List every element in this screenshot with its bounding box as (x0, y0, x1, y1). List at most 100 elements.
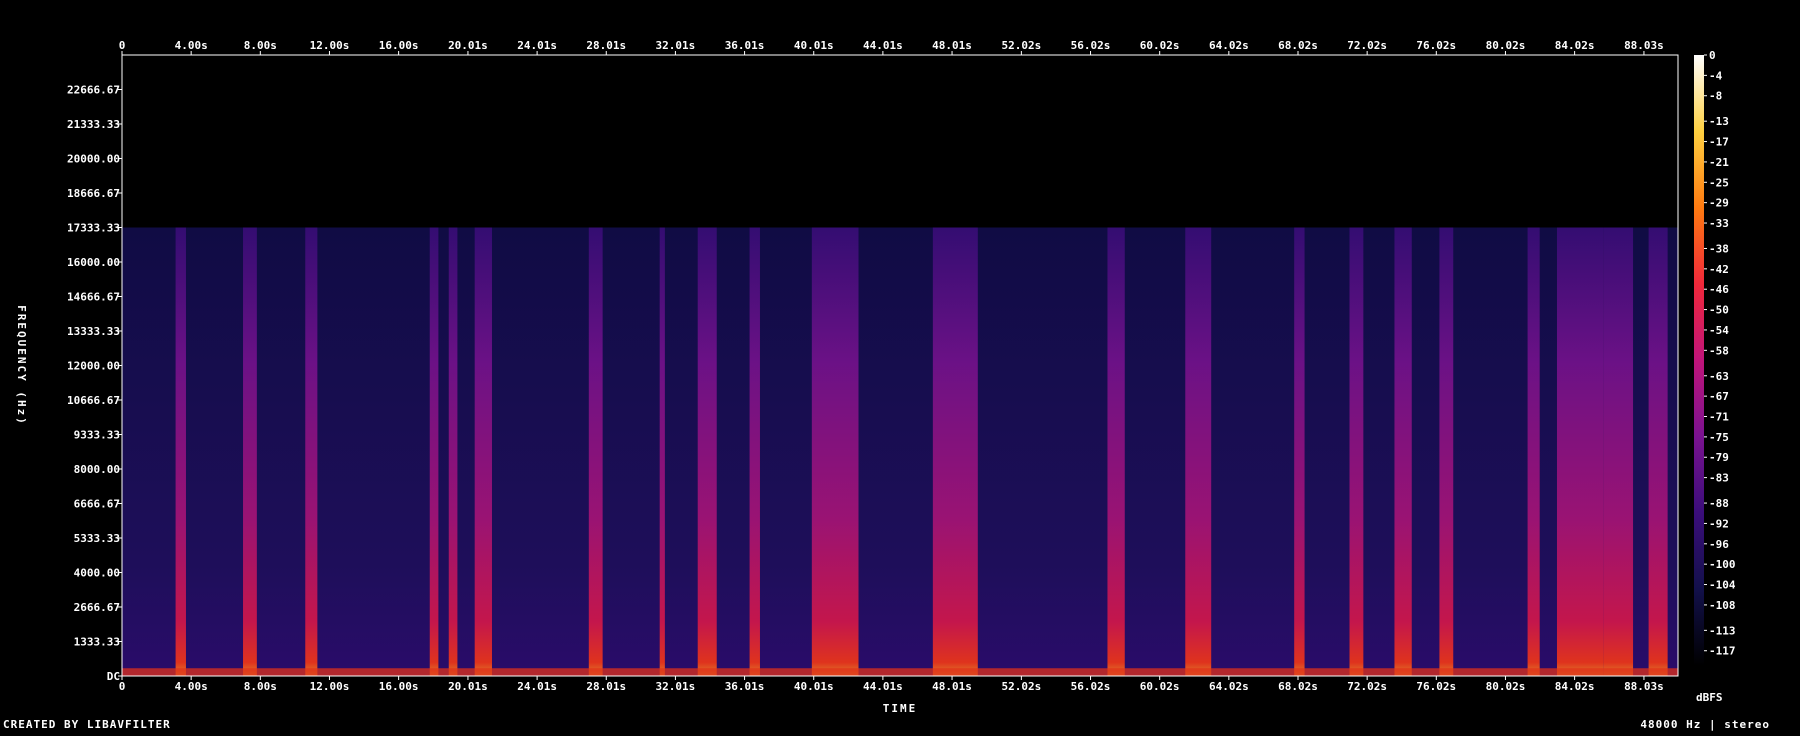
loud-segment (697, 227, 717, 676)
credit-text: CREATED BY LIBAVFILTER (3, 718, 171, 731)
loud-segment (1603, 227, 1634, 676)
x-tick-label-top: 32.01s (656, 39, 696, 52)
loud-segment (659, 227, 665, 676)
loud-segment (429, 227, 439, 676)
audio-info-text: 48000 Hz | stereo (1640, 718, 1770, 731)
colorbar-tick-label: -21 (1709, 156, 1729, 169)
spectrogram-svg: 0 0 4.00s 4.00s 8.00s 8.00s 12.00s 12.00s 16.00s… (15, 39, 1736, 715)
y-tick-label: 20000.00 (67, 153, 120, 166)
x-tick-label-top: 76.02s (1416, 39, 1456, 52)
x-tick-label-bottom: 4.00s (175, 680, 208, 693)
x-tick-label-top: 40.01s (794, 39, 834, 52)
x-tick-label-bottom: 8.00s (244, 680, 277, 693)
low-frequency-band (122, 668, 1678, 676)
y-tick-label: 17333.33 (67, 222, 120, 235)
x-tick-label-top: 72.02s (1347, 39, 1387, 52)
colorbar-tick-label: -113 (1709, 624, 1736, 637)
loud-segment (305, 227, 318, 676)
x-tick-label-bottom: 84.02s (1555, 680, 1595, 693)
y-tick-label: 2666.67 (74, 601, 120, 614)
x-tick-label-top: 20.01s (448, 39, 488, 52)
colorbar-tick-label: -25 (1709, 176, 1729, 189)
colorbar-tick-label: -79 (1709, 451, 1729, 464)
x-tick-label-bottom: 12.00s (310, 680, 350, 693)
x-tick-label-bottom: 40.01s (794, 680, 834, 693)
loud-segment (588, 227, 603, 676)
x-tick-label-bottom: 88.03s (1624, 680, 1664, 693)
x-tick-label-bottom: 64.02s (1209, 680, 1249, 693)
colorbar-tick-label: -4 (1709, 69, 1723, 82)
colorbar-tick-label: 0 (1709, 49, 1716, 62)
colorbar: 0 -4 -8 -13 -17 -21 -25 -29 -33 -38 -42 -46 -50 -54 -5… (1694, 49, 1736, 666)
colorbar-tick-label: -104 (1709, 579, 1736, 592)
loud-segment (1527, 227, 1540, 676)
colorbar-tick-label: -88 (1709, 497, 1729, 510)
colorbar-tick-label: -100 (1709, 558, 1736, 571)
x-tick-label-bottom: 76.02s (1416, 680, 1456, 693)
y-tick-label: 16000.00 (67, 256, 120, 269)
loud-segment (1648, 227, 1668, 676)
x-tick-label-top: 84.02s (1555, 39, 1595, 52)
loud-segment (1349, 227, 1364, 676)
x-tick-label-top: 52.02s (1001, 39, 1041, 52)
loud-segment (1439, 227, 1454, 676)
x-tick-label-top: 12.00s (310, 39, 350, 52)
x-tick-label-bottom: 52.02s (1001, 680, 1041, 693)
y-tick-label: 18666.67 (67, 187, 120, 200)
y-tick-label: 8000.00 (74, 463, 120, 476)
y-tick-label: 1333.33 (74, 636, 120, 649)
spectrogram-chart: 0 0 4.00s 4.00s 8.00s 8.00s 12.00s 12.00s 16.00s… (0, 0, 1800, 732)
x-tick-label-top: 0 (119, 39, 126, 52)
colorbar-tick-label: -54 (1709, 324, 1729, 337)
loud-segment (1556, 227, 1604, 676)
x-tick-label-bottom: 56.02s (1071, 680, 1111, 693)
colorbar-tick-label: -8 (1709, 90, 1722, 103)
colorbar-tick-label: -17 (1709, 136, 1729, 149)
spectrogram-plot (122, 55, 1678, 676)
y-tick-label: 6666.67 (74, 497, 120, 510)
y-tick-label: 9333.33 (74, 429, 120, 442)
x-tick-label-top: 24.01s (517, 39, 557, 52)
x-tick-label-bottom: 20.01s (448, 680, 488, 693)
loud-segment (175, 227, 186, 676)
y-tick-label: 12000.00 (67, 360, 120, 373)
loud-segment (1294, 227, 1305, 676)
colorbar-tick-label: -46 (1709, 283, 1729, 296)
x-tick-label-top: 64.02s (1209, 39, 1249, 52)
colorbar-tick-label: -38 (1709, 242, 1729, 255)
colorbar-tick-label: -83 (1709, 472, 1729, 485)
x-axis-label: TIME (883, 702, 918, 715)
colorbar-tick-label: -63 (1709, 370, 1729, 383)
y-tick-label: 22666.67 (67, 83, 120, 96)
colorbar-tick-label: -96 (1709, 538, 1729, 551)
loud-segment (474, 227, 492, 676)
colorbar-tick-label: -58 (1709, 344, 1729, 357)
loud-segment (1394, 227, 1412, 676)
y-tick-label: 4000.00 (74, 567, 120, 580)
colorbar-tick-label: -75 (1709, 431, 1729, 444)
x-tick-label-top: 80.02s (1486, 39, 1526, 52)
x-tick-label-bottom: 28.01s (586, 680, 626, 693)
y-tick-label: DC (107, 670, 120, 683)
loud-segment (932, 227, 978, 676)
x-tick-label-bottom: 60.02s (1140, 680, 1180, 693)
loud-segment (448, 227, 458, 676)
loud-segment (811, 227, 859, 676)
x-tick-label-top: 16.00s (379, 39, 419, 52)
colorbar-gradient (1694, 55, 1704, 666)
x-tick-label-bottom: 48.01s (932, 680, 972, 693)
colorbar-tick-label: -92 (1709, 517, 1729, 530)
y-axis-label: FREQUENCY (Hz) (15, 305, 28, 426)
loud-segment (1107, 227, 1125, 676)
y-tick-label: 10666.67 (67, 394, 120, 407)
x-tick-label-top: 8.00s (244, 39, 277, 52)
x-tick-label-top: 88.03s (1624, 39, 1664, 52)
colorbar-tick-label: -71 (1709, 411, 1729, 424)
loud-segment (243, 227, 257, 676)
x-tick-label-top: 56.02s (1071, 39, 1111, 52)
y-tick-label: 13333.33 (67, 325, 120, 338)
x-tick-label-bottom: 16.00s (379, 680, 419, 693)
colorbar-tick-label: -67 (1709, 390, 1729, 403)
x-tick-label-bottom: 80.02s (1486, 680, 1526, 693)
colorbar-tick-label: -117 (1709, 645, 1736, 658)
